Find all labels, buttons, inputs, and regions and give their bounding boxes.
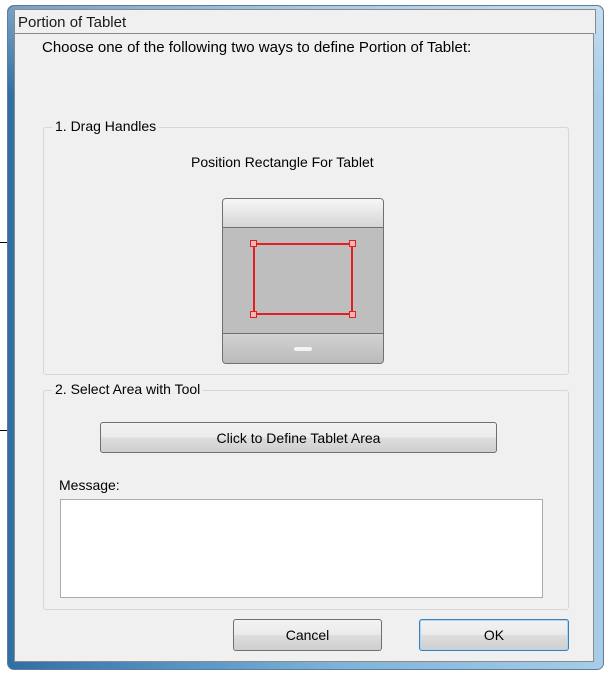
tablet-diagram bbox=[222, 198, 384, 364]
window-title: Portion of Tablet bbox=[18, 14, 127, 31]
handle-bottom-left[interactable] bbox=[250, 311, 257, 318]
tablet-area-rectangle[interactable] bbox=[250, 240, 356, 318]
define-tablet-area-button[interactable]: Click to Define Tablet Area bbox=[100, 422, 497, 453]
title-bar: Portion of Tablet bbox=[14, 9, 596, 34]
drag-handles-group-label: 1. Drag Handles bbox=[52, 118, 160, 134]
instruction-text: Choose one of the following two ways to … bbox=[42, 39, 472, 56]
ok-button[interactable]: OK bbox=[419, 619, 569, 651]
message-box bbox=[60, 499, 543, 598]
cancel-button[interactable]: Cancel bbox=[233, 619, 382, 651]
tablet-logo bbox=[294, 347, 312, 351]
tablet-bottom-bezel bbox=[223, 333, 383, 363]
handle-top-right[interactable] bbox=[349, 240, 356, 247]
handle-bottom-right[interactable] bbox=[349, 311, 356, 318]
dialog-client-area: Choose one of the following two ways to … bbox=[14, 33, 594, 662]
handle-top-left[interactable] bbox=[250, 240, 257, 247]
drag-handles-group: 1. Drag Handles Position Rectangle For T… bbox=[43, 118, 569, 375]
message-label: Message: bbox=[59, 477, 120, 493]
select-area-group: 2. Select Area with Tool Click to Define… bbox=[43, 381, 569, 610]
tablet-top-bezel bbox=[223, 199, 383, 228]
select-area-group-label: 2. Select Area with Tool bbox=[52, 381, 204, 397]
dialog-window: Portion of Tablet Choose one of the foll… bbox=[7, 5, 604, 670]
position-rectangle-title: Position Rectangle For Tablet bbox=[191, 154, 374, 170]
